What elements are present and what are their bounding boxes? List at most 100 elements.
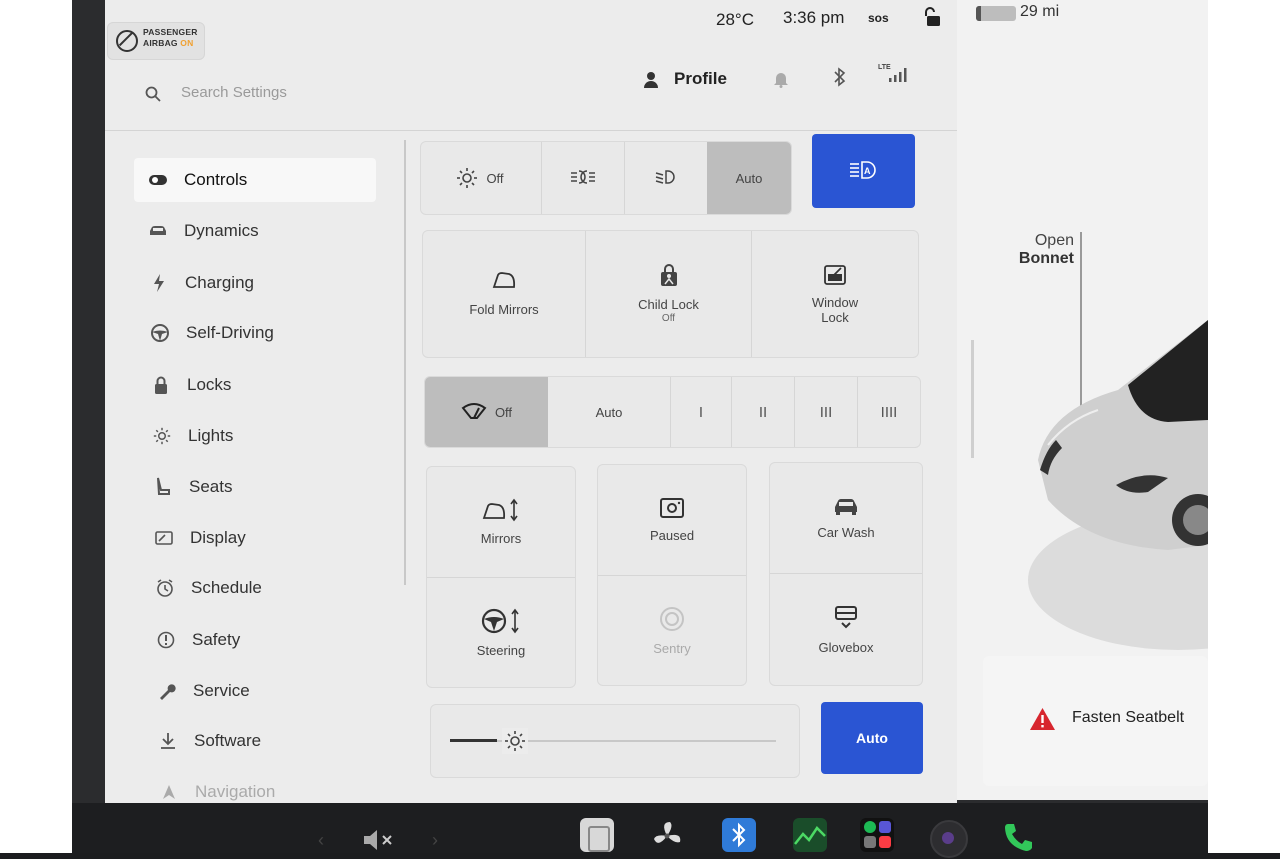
bottom-dock [72, 803, 1208, 853]
lights-off-option[interactable]: Off [421, 142, 539, 214]
unlocked-icon[interactable] [924, 6, 942, 28]
sidebar-item-locks[interactable]: Locks [137, 363, 379, 407]
sidebar-item-label: Schedule [191, 578, 262, 597]
parking-lights-option[interactable] [542, 142, 624, 214]
sidebar-item-charging[interactable]: Charging [135, 261, 377, 305]
low-beam-option[interactable] [625, 142, 707, 214]
sidebar-item-label: Display [190, 528, 246, 547]
glovebox-button[interactable]: Glovebox [770, 574, 922, 685]
wipers-auto-label: Auto [595, 404, 623, 420]
wipers-speed-3[interactable]: III [795, 377, 857, 447]
sidebar-item-label: Navigation [195, 782, 276, 801]
sidebar-item-label: Controls [184, 170, 248, 189]
display-icon [152, 531, 176, 545]
seat-icon [151, 477, 175, 497]
warning-icon [1029, 707, 1056, 736]
download-icon [156, 732, 180, 750]
auto-high-beam-button[interactable]: A [812, 134, 915, 208]
airbag-status-text: PASSENGER AIRBAG ON [143, 27, 198, 49]
camera-icon[interactable] [930, 820, 968, 858]
search-input[interactable]: Search Settings [181, 84, 287, 101]
airbag-icon [116, 30, 138, 52]
sidebar-item-dynamics[interactable]: Dynamics [134, 209, 376, 253]
mirror-icon [491, 271, 517, 294]
parking-lights-icon [569, 169, 597, 188]
mirrors-adjust-button[interactable]: Mirrors [427, 467, 575, 577]
lock-icon [149, 376, 173, 394]
pane-divider [971, 340, 974, 458]
sidebar-item-self-driving[interactable]: Self-Driving [136, 311, 378, 355]
sidebar-item-seats[interactable]: Seats [139, 465, 381, 509]
glovebox-label: Glovebox [818, 639, 874, 655]
window-lock-button[interactable]: Window Lock [752, 231, 918, 357]
car-model-image[interactable] [1028, 310, 1208, 650]
wiper-icon [461, 402, 487, 422]
climate-icon[interactable] [580, 818, 614, 852]
dashcam-icon [659, 497, 685, 522]
sidebar-item-software[interactable]: Software [144, 719, 386, 763]
bell-icon[interactable] [773, 70, 789, 93]
dashcam-button[interactable]: Paused [598, 465, 746, 575]
wipers-speed-3-label: III [819, 403, 833, 421]
sun-icon [150, 427, 174, 445]
brightness-sun-icon[interactable] [502, 728, 528, 754]
stocks-icon[interactable] [793, 818, 827, 852]
battery-icon [976, 6, 1016, 21]
bluetooth-icon[interactable] [833, 67, 847, 92]
sidebar-item-label: Lights [188, 426, 234, 445]
brightness-auto-button[interactable]: Auto [821, 702, 923, 774]
wipers-speed-2[interactable]: II [732, 377, 794, 447]
sidebar-item-display[interactable]: Display [140, 516, 382, 560]
sidebar-item-schedule[interactable]: Schedule [141, 566, 383, 610]
sentry-button[interactable]: Sentry [598, 576, 746, 685]
steering-adjust-button[interactable]: Steering [427, 578, 575, 687]
sidebar-item-label: Self-Driving [186, 323, 274, 342]
sidebar-item-lights[interactable]: Lights [138, 414, 380, 458]
fold-mirrors-button[interactable]: Fold Mirrors [423, 231, 585, 357]
lights-control: Off Auto [420, 141, 792, 215]
left-bezel [0, 0, 72, 853]
bluetooth-app-icon[interactable] [722, 818, 756, 852]
wipers-auto-option[interactable]: Auto [548, 377, 670, 447]
sidebar-divider [400, 140, 408, 585]
sidebar-item-label: Dynamics [184, 221, 259, 240]
apps-launcher-icon[interactable] [860, 818, 894, 852]
clock-icon [153, 579, 177, 597]
glovebox-icon [834, 605, 858, 634]
airbag-line-1: PASSENGER [143, 27, 198, 37]
lights-auto-option[interactable]: Auto [707, 142, 791, 214]
sidebar-item-label: Safety [192, 630, 241, 649]
sidebar-item-controls[interactable]: Controls [134, 158, 376, 202]
wipers-speed-1-label: I [698, 403, 704, 421]
sidebar-item-service[interactable]: Service [143, 669, 385, 713]
mirrors-label: Mirrors [480, 531, 522, 546]
child-lock-icon [659, 264, 679, 291]
alert-circle-icon [154, 631, 178, 649]
window-lock-icon [823, 264, 847, 289]
wipers-off-option[interactable]: Off [425, 377, 548, 447]
volume-up-icon[interactable]: › [432, 830, 438, 851]
clock: 3:36 pm [783, 8, 845, 27]
auto-high-beam-icon: A [848, 160, 880, 183]
fan-icon[interactable] [650, 820, 684, 857]
volume-down-icon[interactable]: ‹ [318, 830, 324, 851]
car-wash-button[interactable]: Car Wash [770, 463, 922, 573]
wipers-speed-4[interactable]: IIII [858, 377, 920, 447]
airbag-line-2: AIRBAG [143, 38, 178, 48]
phone-icon[interactable] [1002, 820, 1036, 859]
profile-button[interactable]: Profile [674, 69, 727, 89]
lights-off-label: Off [486, 170, 504, 186]
carwash-glovebox-group: Car Wash Glovebox [769, 462, 923, 686]
slider-track [450, 740, 776, 742]
child-lock-button[interactable]: Child Lock Off [586, 231, 751, 357]
sidebar-item-safety[interactable]: Safety [142, 618, 384, 662]
wrench-icon [155, 682, 179, 700]
window-lock-label-2: Lock [821, 309, 849, 325]
bolt-icon [147, 274, 171, 292]
open-bonnet-button[interactable]: Open Bonnet [1010, 232, 1074, 268]
fasten-seatbelt-alert: Fasten Seatbelt [1072, 709, 1185, 726]
wipers-off-label: Off [494, 404, 513, 420]
brightness-slider[interactable] [450, 728, 776, 754]
wipers-speed-1[interactable]: I [671, 377, 731, 447]
sidebar-item-label: Service [193, 681, 250, 700]
